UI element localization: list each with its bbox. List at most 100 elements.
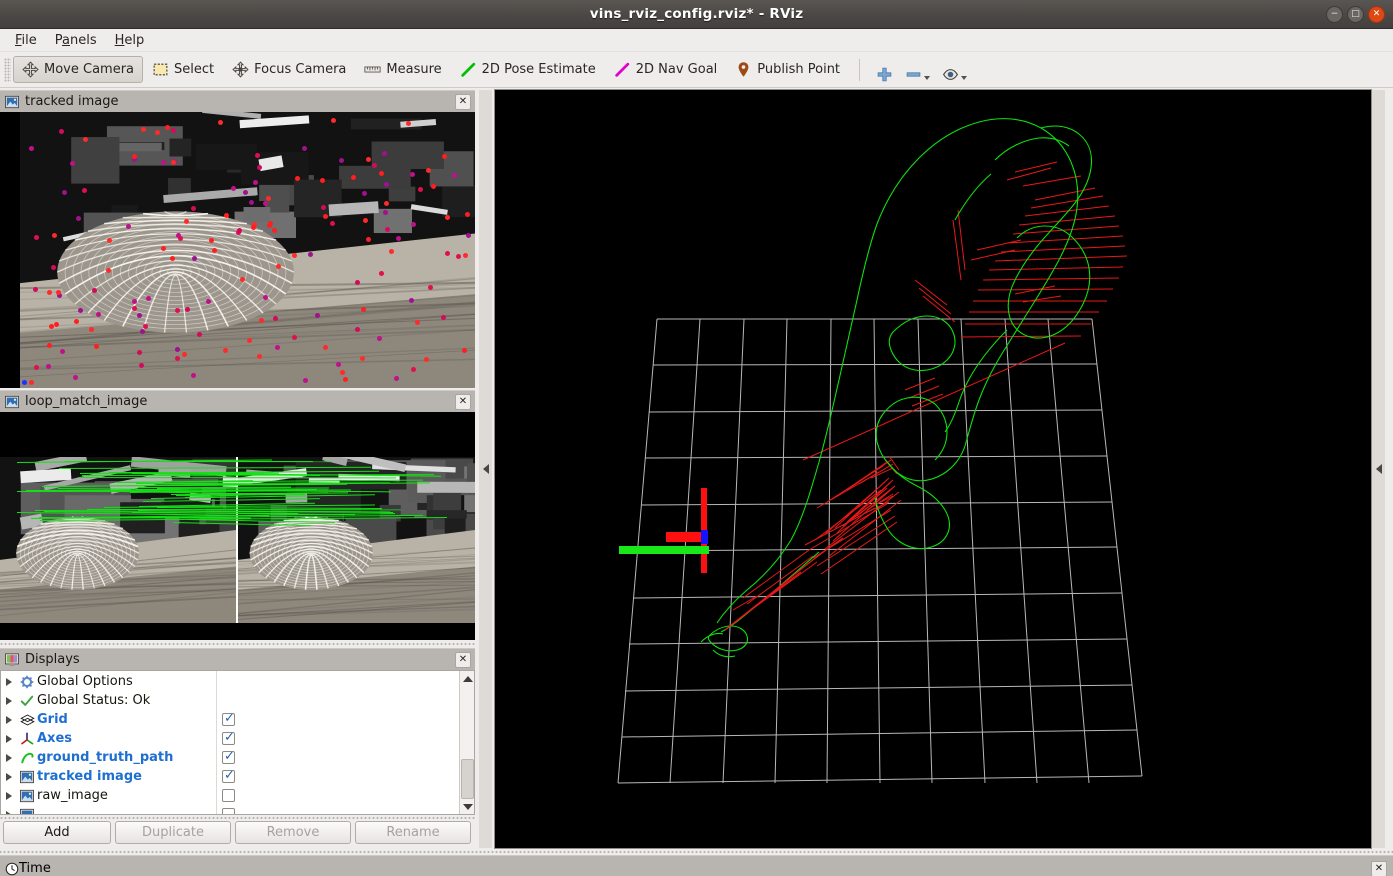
- expand-arrow-icon[interactable]: [1, 677, 17, 686]
- loop-match-panel-close-button[interactable]: ✕: [455, 394, 471, 410]
- feature-point: [246, 338, 252, 344]
- feature-point: [22, 380, 27, 385]
- tool-focus-camera[interactable]: Focus Camera: [223, 56, 355, 83]
- feature-point: [257, 164, 263, 170]
- loop-match-panel-title: loop_match_image: [25, 394, 148, 409]
- scroll-down-arrow-icon[interactable]: [460, 799, 474, 814]
- feature-point: [250, 224, 256, 230]
- remove-tool-chevron-down-icon[interactable]: [924, 76, 931, 80]
- feature-point: [248, 199, 254, 205]
- toolbar-grip[interactable]: [4, 57, 11, 82]
- display-item-label: ground_truth_path: [37, 750, 174, 765]
- feature-point: [363, 217, 369, 223]
- feature-point: [161, 245, 167, 251]
- minimize-button[interactable]: −: [1326, 6, 1343, 23]
- displays-panel-close-button[interactable]: ✕: [455, 652, 471, 668]
- visibility-button[interactable]: [936, 56, 973, 83]
- scrollbar-thumb[interactable]: [461, 759, 474, 799]
- tracked-image-view[interactable]: [0, 112, 475, 388]
- feature-point: [271, 227, 277, 233]
- displays-button-row: Add Duplicate Remove Rename: [3, 821, 473, 844]
- close-button[interactable]: ✕: [1368, 6, 1385, 23]
- remove-tool-icon: [906, 72, 921, 77]
- tool-measure[interactable]: Measure: [355, 56, 450, 83]
- time-panel-close-button[interactable]: ✕: [1371, 861, 1387, 876]
- feature-point: [307, 251, 313, 257]
- expand-arrow-icon[interactable]: [1, 734, 17, 743]
- move-camera-icon: [22, 61, 39, 78]
- expand-arrow-icon[interactable]: [1, 715, 17, 724]
- add-tool-button[interactable]: [870, 56, 899, 83]
- feature-point: [291, 253, 297, 259]
- display-item-label: Global Status: Ok: [37, 693, 151, 708]
- menu-bar: File Panels Help: [0, 29, 1393, 52]
- feature-point: [105, 268, 111, 274]
- scroll-up-arrow-icon[interactable]: [460, 671, 474, 686]
- tracked-image-panel-close-button[interactable]: ✕: [455, 94, 471, 110]
- display-item-ground-truth-path[interactable]: ground_truth_path: [1, 748, 474, 767]
- feature-point: [46, 363, 52, 369]
- display-item-label: raw_image: [37, 788, 108, 803]
- feature-point: [222, 347, 228, 353]
- menu-panels[interactable]: Panels: [46, 31, 106, 50]
- feature-point: [170, 127, 176, 133]
- menu-help[interactable]: Help: [106, 31, 154, 50]
- axes-icon: [17, 731, 37, 746]
- right-dock-collapse-handle[interactable]: [1372, 90, 1385, 848]
- tool-move-camera[interactable]: Move Camera: [13, 56, 144, 83]
- tool-focus-camera-label: Focus Camera: [254, 62, 347, 77]
- display-item-global-options[interactable]: Global Options: [1, 672, 474, 691]
- duplicate-button[interactable]: Duplicate: [115, 821, 231, 844]
- window-controls: − □ ✕: [1326, 0, 1385, 29]
- display-checkbox-grid[interactable]: [222, 711, 235, 726]
- loop-match-image-view[interactable]: current frame: 1055 sequence: 1 previous…: [0, 412, 475, 640]
- image-panel-icon: [5, 395, 19, 408]
- grid-icon: [17, 713, 37, 727]
- left-dock-collapse-handle[interactable]: [479, 90, 492, 848]
- rviz-3d-render-view[interactable]: [494, 89, 1372, 849]
- rename-button-label: Rename: [386, 825, 440, 840]
- left-dock-splitter[interactable]: [0, 641, 475, 647]
- display-checkbox-raw-image[interactable]: [222, 789, 235, 802]
- remove-tool-button[interactable]: [899, 56, 936, 83]
- display-checkbox-axes[interactable]: [222, 730, 235, 745]
- expand-arrow-icon[interactable]: [1, 791, 17, 800]
- display-item-tracked-image[interactable]: tracked image: [1, 767, 474, 786]
- rviz-3d-scene: [617, 118, 1143, 784]
- feature-point: [236, 228, 242, 234]
- display-checkbox-ground-truth-path[interactable]: [222, 749, 235, 764]
- display-item-raw-image[interactable]: raw_image: [1, 786, 474, 805]
- menu-file[interactable]: File: [6, 31, 46, 50]
- tool-select[interactable]: Select: [143, 56, 223, 83]
- expand-arrow-icon[interactable]: [1, 772, 17, 781]
- rename-button[interactable]: Rename: [355, 821, 471, 844]
- menu-file-rest: ile: [21, 32, 37, 48]
- image-panel-icon: [5, 95, 19, 108]
- displays-tree[interactable]: Global Options Global Status: Ok Grid ✓ …: [0, 670, 475, 815]
- feature-point: [275, 264, 281, 270]
- time-panel-title: Time: [19, 861, 51, 876]
- tool-2d-nav-goal[interactable]: 2D Nav Goal: [605, 56, 727, 83]
- tool-2d-pose-estimate[interactable]: 2D Pose Estimate: [451, 56, 605, 83]
- maximize-button[interactable]: □: [1347, 6, 1364, 23]
- feature-point: [73, 318, 79, 324]
- remove-button[interactable]: Remove: [235, 821, 351, 844]
- time-panel-header: Time ✕: [0, 855, 1393, 876]
- menu-help-rest: elp: [124, 32, 145, 48]
- display-item-axes[interactable]: Axes: [1, 729, 474, 748]
- tool-publish-point[interactable]: Publish Point: [726, 56, 849, 83]
- display-item-grid[interactable]: Grid: [1, 710, 474, 729]
- display-item-partial[interactable]: [1, 805, 474, 814]
- add-button[interactable]: Add: [3, 821, 111, 844]
- visibility-chevron-down-icon[interactable]: [961, 76, 968, 80]
- expand-arrow-icon[interactable]: [1, 753, 17, 762]
- display-checkbox-tracked-image[interactable]: [222, 768, 235, 783]
- tool-bar: Move Camera Select Focus Camera Measure: [0, 52, 1393, 88]
- tool-measure-label: Measure: [386, 62, 442, 77]
- close-icon: ✕: [458, 96, 468, 107]
- feature-point: [75, 216, 81, 222]
- display-item-global-status[interactable]: Global Status: Ok: [1, 691, 474, 710]
- expand-arrow-icon[interactable]: [1, 696, 17, 705]
- displays-vertical-scrollbar[interactable]: [459, 671, 474, 814]
- display-checkbox-partial[interactable]: [222, 808, 235, 814]
